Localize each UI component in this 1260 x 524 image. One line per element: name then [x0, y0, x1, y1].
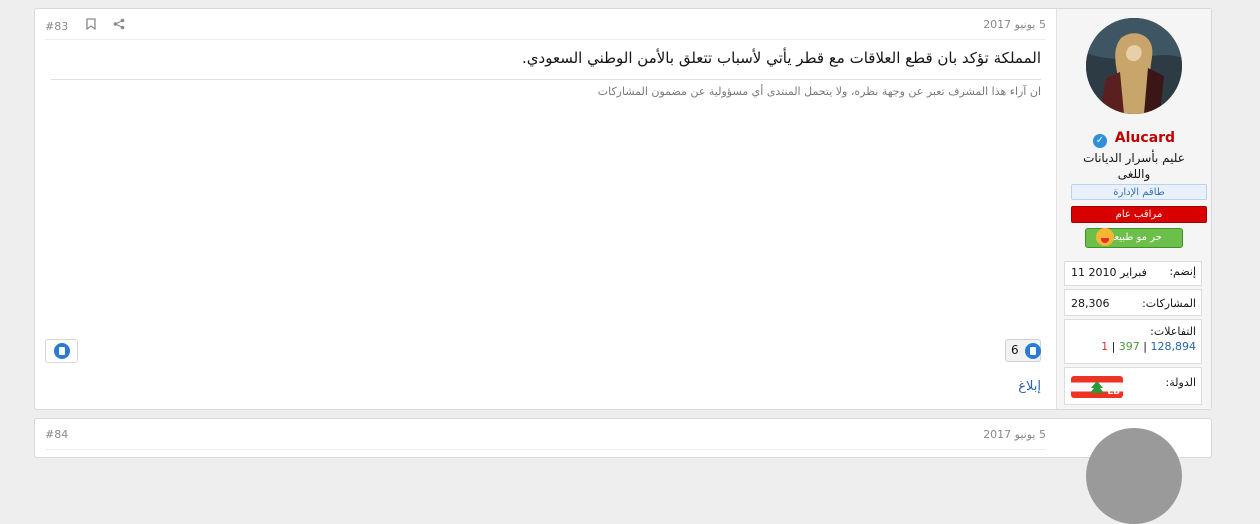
tongue-face-icon	[1096, 228, 1114, 246]
stat-posts: المشاركات: 28,306	[1064, 289, 1202, 316]
like-icon	[54, 343, 70, 359]
moderator-banner: مراقب عام	[1071, 206, 1207, 223]
reactions-values: 1 | 397 | 128,894	[1070, 340, 1196, 353]
post-message: المملكة تؤكد بان قطع العلاقات مع قطر يأت…	[522, 49, 1041, 67]
mood-text: حر مو طبيعي	[1106, 232, 1162, 243]
post-actions: #83	[45, 18, 139, 33]
verified-icon: ✓	[1092, 134, 1107, 148]
next-post-avatar[interactable]	[1086, 428, 1182, 524]
reactions-label: التفاعلات:	[1150, 325, 1196, 338]
like-button[interactable]	[45, 339, 78, 363]
country-flag-text: LB	[1107, 387, 1120, 397]
post-number[interactable]: #83	[45, 20, 68, 33]
post-disclaimer: ان آراء هذا المشرف تعبر عن وجهة نظره، ول…	[51, 79, 1041, 98]
post-date[interactable]: 5 يونيو 2017	[983, 18, 1046, 31]
username-row: Alucard ✓	[1057, 130, 1211, 148]
next-post-header: 5 يونيو 2017 #84	[45, 419, 1046, 450]
joined-label: إنضم:	[1169, 265, 1196, 278]
reactions-positive: 128,894	[1150, 340, 1197, 353]
post-header: 5 يونيو 2017 #83	[45, 9, 1046, 40]
posts-value[interactable]: 28,306	[1071, 297, 1110, 310]
user-sidebar: Alucard ✓ عليم بأسرار الديانات واللغى طا…	[1056, 9, 1211, 409]
post: 5 يونيو 2017 #83 المملكة تؤكد بان قطع ال…	[34, 8, 1212, 410]
stat-country: الدولة: LB	[1064, 367, 1202, 405]
avatar[interactable]	[1086, 18, 1182, 114]
joined-value: 11 فبراير 2010	[1071, 266, 1147, 279]
reactions-neutral: 397	[1118, 340, 1140, 353]
report-link[interactable]: إبلاغ	[1018, 379, 1041, 394]
reaction-count: 6	[1011, 343, 1019, 357]
reactions-separator: |	[1143, 340, 1151, 353]
next-post-actions: #84	[45, 428, 82, 441]
stat-joined: إنضم: 11 فبراير 2010	[1064, 261, 1202, 286]
username[interactable]: Alucard	[1115, 130, 1175, 146]
mood-badge: حر مو طبيعي	[1085, 228, 1183, 248]
share-icon[interactable]	[113, 18, 125, 33]
next-post: 5 يونيو 2017 #84	[34, 418, 1212, 524]
bookmark-icon[interactable]	[86, 18, 100, 33]
user-title: عليم بأسرار الديانات واللغى	[1083, 151, 1185, 181]
next-post-date[interactable]: 5 يونيو 2017	[983, 428, 1046, 441]
stat-reactions: التفاعلات: 1 | 397 | 128,894	[1064, 319, 1202, 364]
country-label: الدولة:	[1165, 376, 1196, 389]
staff-banner: طاقم الإدارة	[1071, 184, 1207, 200]
posts-label: المشاركات:	[1142, 297, 1196, 310]
like-icon	[1025, 343, 1041, 359]
reaction-summary[interactable]: 6	[1005, 339, 1041, 362]
lebanon-flag-icon: LB	[1071, 376, 1123, 398]
reactions-separator: |	[1111, 340, 1119, 353]
reactions-negative: 1	[1101, 340, 1109, 353]
next-post-number[interactable]: #84	[45, 428, 68, 441]
